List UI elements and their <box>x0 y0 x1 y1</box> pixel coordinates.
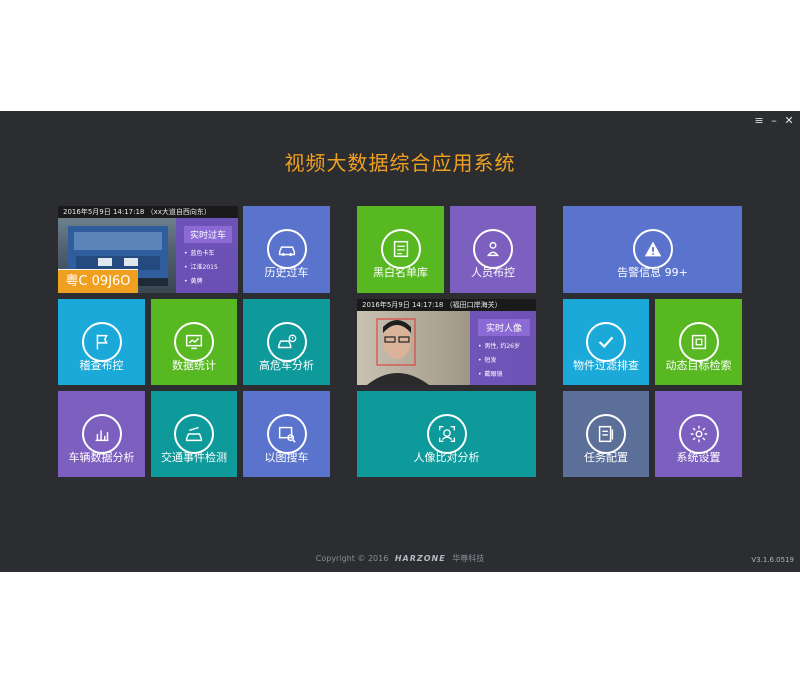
realtime-face-camera[interactable]: 2016年5月9日 14:17:18 （福田口岸海关） 实时人像 男性, 约26… <box>357 299 536 385</box>
car-alert-icon <box>266 322 307 362</box>
car-wrench-icon <box>174 414 214 454</box>
window-controls: ≡ – ✕ <box>754 114 794 128</box>
vehicle-detail: 江淮2015 <box>184 264 238 271</box>
face-scan-icon <box>426 414 467 454</box>
monitor-chart-icon <box>174 322 214 362</box>
close-icon[interactable]: ✕ <box>784 114 794 128</box>
id-card-icon <box>380 229 421 269</box>
tile-label: 人像比对分析 <box>413 451 480 464</box>
realtime-vehicle-camera[interactable]: 2016年5月9日 14:17:18 （xx大道自西向东） 实时过车 蓝色卡车 … <box>58 206 238 293</box>
tile-label: 动态目标检索 <box>665 359 732 372</box>
danger-vehicle-tile[interactable]: 高危车分析 <box>243 299 330 385</box>
check-icon <box>586 322 626 362</box>
app-window: ≡ – ✕ 视频大数据综合应用系统 2016年5月9日 14:17:18 （xx… <box>0 111 800 572</box>
menu-icon[interactable]: ≡ <box>754 114 764 128</box>
license-plate: 粤C 09J6O <box>58 269 138 293</box>
tile-label: 车辆数据分析 <box>68 451 135 464</box>
app-title: 视频大数据综合应用系统 <box>284 151 516 175</box>
vehicle-cam-timestamp: 2016年5月9日 14:17:18 （xx大道自西向东） <box>58 206 238 218</box>
tile-label: 告警信息 99+ <box>617 266 688 279</box>
blackwhite-list-tile[interactable]: 黑白名单库 <box>357 206 444 293</box>
object-filter-tile[interactable]: 物件过滤排查 <box>563 299 649 385</box>
target-frame-icon <box>678 322 719 362</box>
bar-chart-icon <box>81 414 122 454</box>
tile-label: 系统设置 <box>676 451 721 464</box>
minimize-icon[interactable]: – <box>769 114 779 128</box>
history-pass-tile[interactable]: 历史过车 <box>243 206 330 293</box>
person-control-tile[interactable]: 人员布控 <box>450 206 536 293</box>
check-control-tile[interactable]: 稽查布控 <box>58 299 145 385</box>
tile-label: 黑白名单库 <box>373 266 428 279</box>
face-detail: 戴眼镜 <box>478 371 536 378</box>
data-stats-tile[interactable]: 数据统计 <box>151 299 237 385</box>
tile-label: 数据统计 <box>172 359 216 372</box>
flag-icon <box>81 322 122 362</box>
image-search-tile[interactable]: 以图搜车 <box>243 391 330 477</box>
face-detail: 男性, 约26岁 <box>478 343 536 350</box>
warning-icon <box>632 229 673 269</box>
brand-logo: HARZONE <box>394 554 446 563</box>
face-detail: 短发 <box>478 357 536 364</box>
task-config-tile[interactable]: 任务配置 <box>563 391 649 477</box>
traffic-event-tile[interactable]: 交通事件检测 <box>151 391 237 477</box>
tile-label: 人员布控 <box>471 266 515 279</box>
face-panel-title: 实时人像 <box>478 319 530 336</box>
dynamic-target-tile[interactable]: 动态目标检索 <box>655 299 742 385</box>
vehicle-data-tile[interactable]: 车辆数据分析 <box>58 391 145 477</box>
system-settings-tile[interactable]: 系统设置 <box>655 391 742 477</box>
tile-label: 任务配置 <box>584 451 628 464</box>
image-search-icon <box>266 414 307 454</box>
tile-label: 物件过滤排查 <box>573 359 639 372</box>
version-label: V3.1.6.0519 <box>751 556 794 564</box>
tile-label: 高危车分析 <box>259 359 314 372</box>
tile-label: 历史过车 <box>264 266 309 279</box>
car-icon <box>266 229 307 269</box>
tile-label: 稽查布控 <box>79 359 124 372</box>
document-pen-icon <box>586 414 626 454</box>
face-info-panel: 实时人像 男性, 约26岁 短发 戴眼镜 <box>470 311 536 385</box>
company-name: 华尊科技 <box>452 554 485 563</box>
vehicle-detail: 蓝色卡车 <box>184 250 238 257</box>
vehicle-detail: 黄牌 <box>184 278 238 285</box>
footer: Copyright © 2016 HARZONE 华尊科技 <box>0 553 800 564</box>
gear-icon <box>678 414 719 454</box>
tile-label: 交通事件检测 <box>161 451 227 464</box>
vehicle-info-panel: 实时过车 蓝色卡车 江淮2015 黄牌 <box>176 218 238 293</box>
tile-label: 以图搜车 <box>264 451 309 464</box>
person-pin-icon <box>473 229 513 269</box>
face-compare-tile[interactable]: 人像比对分析 <box>357 391 536 477</box>
copyright-text: Copyright © 2016 <box>315 554 389 563</box>
vehicle-panel-title: 实时过车 <box>184 226 232 243</box>
face-cam-timestamp: 2016年5月9日 14:17:18 （福田口岸海关） <box>357 299 536 311</box>
alarm-info-tile[interactable]: 告警信息 99+ <box>563 206 742 293</box>
